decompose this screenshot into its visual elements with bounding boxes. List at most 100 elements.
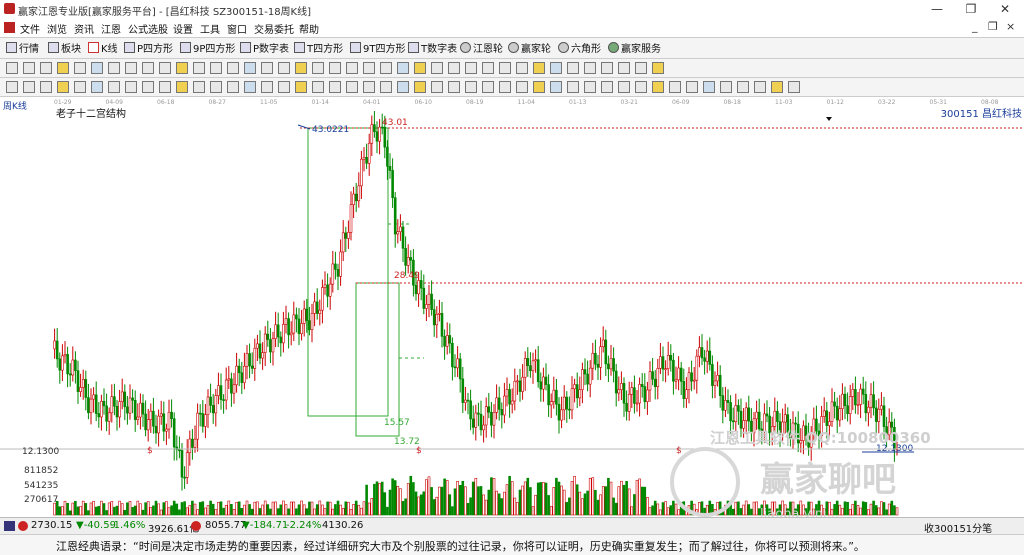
- draw-tool-23-icon[interactable]: [380, 62, 392, 74]
- analysis-tool-44-icon[interactable]: [737, 81, 749, 93]
- analysis-tool-16-icon[interactable]: [261, 81, 273, 93]
- analysis-tool-1-icon[interactable]: [6, 81, 18, 93]
- analysis-tool-18-icon[interactable]: [295, 81, 307, 93]
- toolbar-t-square-button[interactable]: T四方形: [294, 40, 343, 55]
- toolbar-gann-wheel-button[interactable]: 江恩轮: [460, 40, 503, 55]
- toolbar-kline-button[interactable]: K线: [88, 40, 118, 55]
- draw-tool-25-icon[interactable]: [414, 62, 426, 74]
- analysis-tool-3-icon[interactable]: [40, 81, 52, 93]
- toolbar-hexagon-button[interactable]: 六角形: [558, 40, 601, 55]
- draw-tool-15-icon[interactable]: [244, 62, 256, 74]
- menu-gann[interactable]: 江恩: [101, 21, 121, 36]
- analysis-tool-36-icon[interactable]: [601, 81, 613, 93]
- draw-tool-18-icon[interactable]: [295, 62, 307, 74]
- draw-tool-19-icon[interactable]: [312, 62, 324, 74]
- toolbar-t-number-table-button[interactable]: T数字表: [408, 40, 457, 55]
- draw-tool-12-icon[interactable]: [193, 62, 205, 74]
- draw-tool-1-icon[interactable]: [6, 62, 18, 74]
- dropdown-icon[interactable]: [826, 117, 832, 121]
- analysis-tool-35-icon[interactable]: [584, 81, 596, 93]
- doc-minimize-button[interactable]: _: [972, 20, 978, 33]
- menu-browse[interactable]: 浏览: [47, 21, 67, 36]
- analysis-tool-34-icon[interactable]: [567, 81, 579, 93]
- analysis-tool-31-icon[interactable]: [516, 81, 528, 93]
- analysis-tool-13-icon[interactable]: [210, 81, 222, 93]
- analysis-tool-23-icon[interactable]: [380, 81, 392, 93]
- tick-detail-label[interactable]: 收300151分笔: [924, 520, 992, 535]
- toolbar-service-button[interactable]: 赢家服务: [608, 40, 661, 55]
- toolbar-9t-square-button[interactable]: 9T四方形: [350, 40, 405, 55]
- analysis-tool-8-icon[interactable]: [125, 81, 137, 93]
- draw-tool-6-icon[interactable]: [91, 62, 103, 74]
- analysis-tool-10-icon[interactable]: [159, 81, 171, 93]
- analysis-tool-2-icon[interactable]: [23, 81, 35, 93]
- analysis-tool-15-icon[interactable]: [244, 81, 256, 93]
- analysis-tool-45-icon[interactable]: [754, 81, 766, 93]
- menu-info[interactable]: 资讯: [74, 21, 94, 36]
- chart-area[interactable]: 周K线 01-29 04-09 06-18 08-27 11-05 01-14 04-01 0…: [0, 97, 1024, 522]
- draw-tool-32-icon[interactable]: [533, 62, 545, 74]
- analysis-tool-37-icon[interactable]: [618, 81, 630, 93]
- draw-tool-22-icon[interactable]: [363, 62, 375, 74]
- draw-tool-31-icon[interactable]: [516, 62, 528, 74]
- close-button[interactable]: ✕: [990, 0, 1020, 18]
- analysis-tool-22-icon[interactable]: [363, 81, 375, 93]
- analysis-tool-33-icon[interactable]: [550, 81, 562, 93]
- draw-tool-34-icon[interactable]: [567, 62, 579, 74]
- draw-tool-38-icon[interactable]: [635, 62, 647, 74]
- menu-settings[interactable]: 设置: [173, 21, 193, 36]
- market-icon[interactable]: [4, 521, 15, 531]
- app-menu-icon[interactable]: [4, 22, 15, 33]
- doc-close-button[interactable]: ×: [1006, 20, 1015, 33]
- analysis-tool-40-icon[interactable]: [669, 81, 681, 93]
- analysis-tool-11-icon[interactable]: [176, 81, 188, 93]
- toolbar-p-square-button[interactable]: P四方形: [124, 40, 173, 55]
- draw-tool-11-icon[interactable]: [176, 62, 188, 74]
- draw-tool-37-icon[interactable]: [618, 62, 630, 74]
- menu-file[interactable]: 文件: [20, 21, 40, 36]
- analysis-tool-5-icon[interactable]: [74, 81, 86, 93]
- toolbar-p-number-table-button[interactable]: P数字表: [240, 40, 289, 55]
- analysis-tool-7-icon[interactable]: [108, 81, 120, 93]
- draw-tool-33-icon[interactable]: [550, 62, 562, 74]
- menu-formula[interactable]: 公式选股: [128, 21, 168, 36]
- draw-tool-21-icon[interactable]: [346, 62, 358, 74]
- analysis-tool-14-icon[interactable]: [227, 81, 239, 93]
- toolbar-quotes-button[interactable]: 行情: [6, 40, 39, 55]
- analysis-tool-47-icon[interactable]: [788, 81, 800, 93]
- draw-tool-8-icon[interactable]: [125, 62, 137, 74]
- draw-tool-30-icon[interactable]: [499, 62, 511, 74]
- draw-tool-14-icon[interactable]: [227, 62, 239, 74]
- analysis-tool-46-icon[interactable]: [771, 81, 783, 93]
- draw-tool-4-icon[interactable]: [57, 62, 69, 74]
- analysis-tool-38-icon[interactable]: [635, 81, 647, 93]
- analysis-tool-41-icon[interactable]: [686, 81, 698, 93]
- analysis-tool-29-icon[interactable]: [482, 81, 494, 93]
- analysis-tool-43-icon[interactable]: [720, 81, 732, 93]
- doc-restore-button[interactable]: ❐: [988, 20, 998, 33]
- analysis-tool-32-icon[interactable]: [533, 81, 545, 93]
- draw-tool-3-icon[interactable]: [40, 62, 52, 74]
- menu-trade[interactable]: 交易委托: [254, 21, 294, 36]
- analysis-tool-17-icon[interactable]: [278, 81, 290, 93]
- toolbar-sector-button[interactable]: 板块: [48, 40, 81, 55]
- draw-tool-9-icon[interactable]: [142, 62, 154, 74]
- analysis-tool-27-icon[interactable]: [448, 81, 460, 93]
- restore-button[interactable]: ❐: [956, 0, 986, 18]
- draw-tool-2-icon[interactable]: [23, 62, 35, 74]
- analysis-tool-42-icon[interactable]: [703, 81, 715, 93]
- analysis-tool-39-icon[interactable]: [652, 81, 664, 93]
- toolbar-9p-square-button[interactable]: 9P四方形: [180, 40, 235, 55]
- analysis-tool-25-icon[interactable]: [414, 81, 426, 93]
- menu-window[interactable]: 窗口: [227, 21, 247, 36]
- menu-help[interactable]: 帮助: [299, 21, 319, 36]
- analysis-tool-6-icon[interactable]: [91, 81, 103, 93]
- draw-tool-27-icon[interactable]: [448, 62, 460, 74]
- draw-tool-35-icon[interactable]: [584, 62, 596, 74]
- draw-tool-10-icon[interactable]: [159, 62, 171, 74]
- draw-tool-13-icon[interactable]: [210, 62, 222, 74]
- analysis-tool-26-icon[interactable]: [431, 81, 443, 93]
- analysis-tool-20-icon[interactable]: [329, 81, 341, 93]
- draw-tool-39-icon[interactable]: [652, 62, 664, 74]
- analysis-tool-30-icon[interactable]: [499, 81, 511, 93]
